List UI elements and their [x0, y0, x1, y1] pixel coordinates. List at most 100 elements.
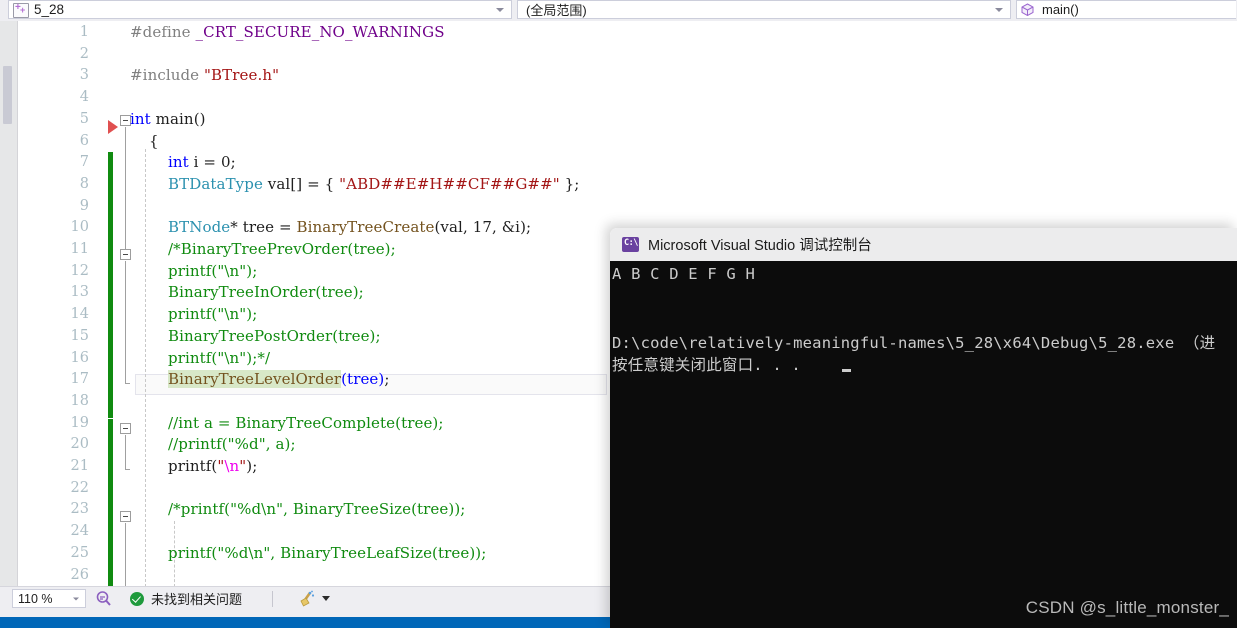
code-token: BinaryTreePostOrder(tree); — [168, 326, 381, 345]
vs-window: 5_28 (全局范围) main() 12345678910111 — [0, 0, 1237, 628]
code-token: ; — [230, 153, 236, 172]
code-line[interactable]: #define _CRT_SECURE_NO_WARNINGS — [130, 21, 445, 43]
code-line[interactable]: BTDataType val[] = { "ABD##E#H##CF##G##"… — [168, 173, 579, 195]
member-selector-combo[interactable]: main() — [1016, 0, 1236, 19]
code-token: /*BinaryTreePrevOrder(tree); — [168, 240, 396, 258]
line-number: 21 — [70, 458, 89, 474]
line-number: 13 — [70, 284, 89, 301]
console-output-line: D:\code\relatively-meaningful-names\5_28… — [612, 334, 1216, 352]
status-ok-icon — [130, 591, 144, 606]
outlining-line — [125, 523, 126, 586]
line-number: 24 — [70, 523, 89, 540]
code-line[interactable]: int i = 0; — [168, 151, 236, 173]
indicator-margin — [0, 21, 18, 586]
navigation-bar: 5_28 (全局范围) main() — [0, 0, 1237, 21]
code-token: * tree = — [230, 218, 297, 237]
code-token: #define — [130, 23, 196, 41]
code-token: printf("\n"); — [168, 261, 258, 280]
line-number: 22 — [70, 479, 89, 496]
code-token: _CRT_SECURE_NO_WARNINGS — [195, 23, 445, 41]
code-token: BTNode — [168, 218, 231, 237]
chevron-down-icon[interactable] — [496, 7, 504, 12]
chevron-down-icon[interactable] — [322, 596, 331, 601]
code-token: BinaryTreeLevelOrder — [168, 370, 342, 389]
console-output-line: A B C D E F G H — [612, 265, 755, 283]
code-token: 17 — [472, 218, 492, 237]
console-title-text: Microsoft Visual Studio 调试控制台 — [648, 238, 872, 254]
navbar-spacer — [0, 0, 6, 21]
code-line[interactable]: printf("\n");*/ — [168, 347, 270, 369]
code-map-icon[interactable] — [95, 590, 112, 607]
line-number: 12 — [70, 262, 89, 279]
scope-selector-combo[interactable]: (全局范围) — [517, 0, 1011, 19]
code-line[interactable]: /*BinaryTreePrevOrder(tree); — [168, 238, 396, 260]
change-bar — [108, 262, 113, 418]
zoom-level-value: 110 % — [18, 591, 53, 606]
outlining-line — [125, 435, 126, 469]
code-token: ); — [246, 457, 258, 475]
console-cursor — [842, 369, 851, 372]
line-number: 14 — [70, 306, 89, 323]
code-line[interactable]: printf("\n"); — [168, 260, 257, 282]
code-token: printf("%d\n", BinaryTreeLeafSize(tree))… — [168, 543, 487, 562]
code-line[interactable]: //int a = BinaryTreeComplete(tree); — [168, 412, 444, 434]
line-number: 15 — [70, 327, 89, 344]
line-number: 5 — [79, 110, 89, 127]
indicator-scroll-thumb[interactable] — [3, 66, 12, 124]
status-message: 未找到相关问题 — [151, 592, 243, 607]
file-selector-value: 5_28 — [34, 2, 65, 17]
line-number: 3 — [79, 67, 89, 84]
line-number: 19 — [70, 414, 89, 431]
line-number: 26 — [70, 566, 89, 583]
code-line[interactable]: BinaryTreeLevelOrder(tree); — [168, 368, 390, 390]
clean-code-icon[interactable] — [297, 590, 317, 608]
code-line[interactable]: printf("%d\n", BinaryTreeLeafSize(tree))… — [168, 542, 486, 564]
code-line[interactable]: int main() — [130, 108, 206, 130]
line-number: 11 — [70, 241, 89, 257]
watermark-text: CSDN @s_little_monster_ — [1025, 598, 1229, 617]
code-line[interactable]: { — [149, 130, 159, 152]
line-number: 4 — [79, 89, 89, 106]
code-line[interactable]: #include "BTree.h" — [130, 64, 279, 86]
console-output[interactable]: A B C D E F G H D:\code\relatively-meanin… — [610, 261, 1237, 628]
status-separator — [272, 590, 274, 607]
code-token: int — [130, 109, 151, 128]
change-bar — [108, 152, 113, 262]
code-token: printf("\n"); — [168, 305, 258, 324]
line-number: 17 — [70, 371, 89, 388]
cube-icon — [1021, 2, 1037, 17]
chevron-down-icon[interactable] — [995, 7, 1003, 12]
code-token: /*printf("%d\n", BinaryTreeSize(tree)); — [168, 500, 466, 519]
zoom-level-combo[interactable]: 110 % — [12, 589, 86, 608]
console-title-bar[interactable]: C:\ Microsoft Visual Studio 调试控制台 — [610, 228, 1237, 261]
line-number: 16 — [70, 349, 89, 366]
code-line[interactable]: BTNode* tree = BinaryTreeCreate(val, 17,… — [168, 216, 531, 238]
code-line[interactable]: printf("\n"); — [168, 455, 257, 477]
code-token: //printf("%d", a); — [168, 435, 296, 454]
line-number: 25 — [70, 544, 89, 561]
outlining-line — [125, 261, 126, 383]
line-number: 18 — [70, 392, 89, 409]
scope-selector-value: (全局范围) — [526, 3, 587, 18]
code-line[interactable]: //printf("%d", a); — [168, 433, 296, 455]
debug-console-window[interactable]: C:\ Microsoft Visual Studio 调试控制台 A B C … — [610, 228, 1237, 628]
line-number: 8 — [79, 175, 89, 192]
code-line[interactable]: /*printf("%d\n", BinaryTreeSize(tree)); — [168, 498, 465, 520]
member-selector-value: main() — [1042, 2, 1079, 17]
code-token: i = — [188, 153, 221, 172]
line-number: 23 — [70, 501, 89, 518]
cpp-file-icon — [13, 1, 29, 18]
code-line[interactable]: BinaryTreePostOrder(tree); — [168, 325, 381, 347]
file-selector-combo[interactable]: 5_28 — [8, 0, 512, 19]
chevron-down-icon[interactable] — [73, 597, 79, 600]
code-token: "ABD##E#H##CF##G##" — [339, 174, 560, 193]
code-line[interactable]: BinaryTreeInOrder(tree); — [168, 281, 364, 303]
line-number: 9 — [79, 197, 89, 214]
code-token: { — [149, 131, 159, 150]
line-number: 7 — [79, 154, 89, 171]
code-token: ; — [384, 370, 390, 389]
execution-pointer-icon — [108, 120, 118, 134]
code-line[interactable]: printf("\n"); — [168, 303, 257, 325]
console-output-line: 按任意键关闭此窗口. . . — [612, 356, 801, 374]
change-bar — [108, 419, 113, 586]
